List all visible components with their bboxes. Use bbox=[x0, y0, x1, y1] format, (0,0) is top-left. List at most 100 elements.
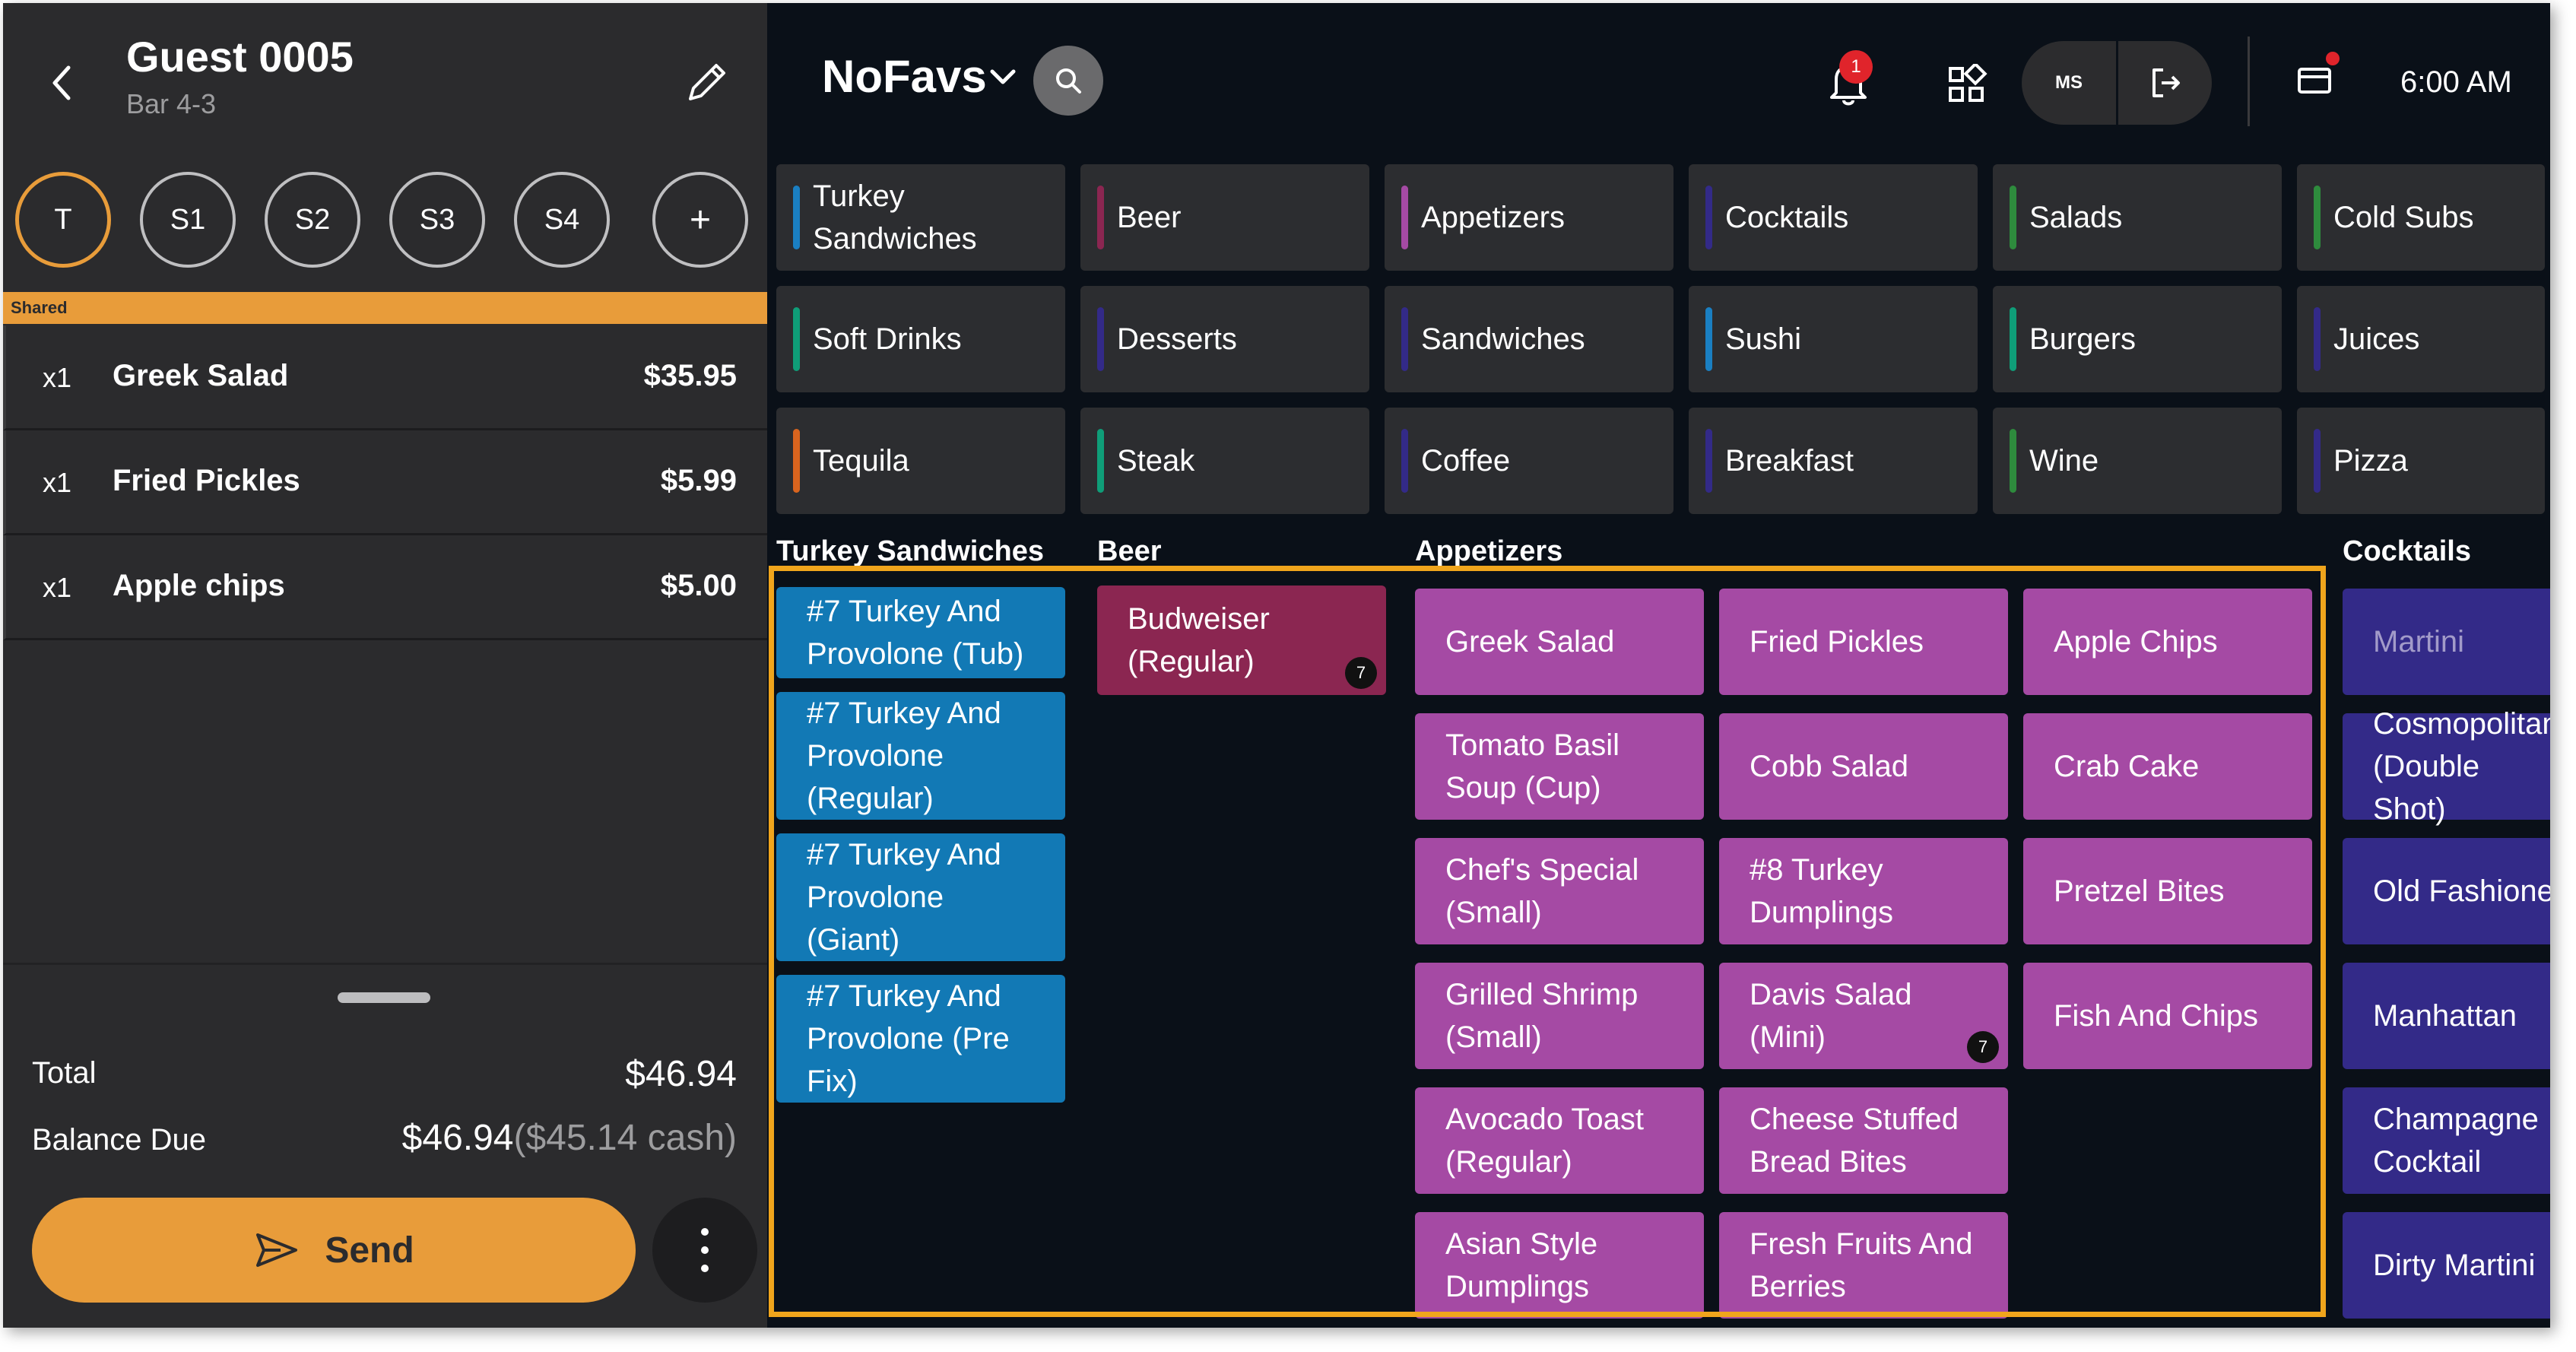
menu-item[interactable]: #7 Turkey And Provolone (Giant) bbox=[776, 833, 1065, 961]
section-title-appetizers: Appetizers bbox=[1415, 535, 1563, 567]
seat-table[interactable]: T bbox=[15, 172, 111, 268]
seat-selector: T S1 S2 S3 S4 + bbox=[15, 172, 768, 275]
user-controls: MS bbox=[2022, 41, 2212, 125]
category-soft-drinks[interactable]: Soft Drinks bbox=[776, 286, 1065, 392]
category-color bbox=[1097, 307, 1104, 371]
menu-item[interactable]: Martini bbox=[2343, 589, 2550, 695]
category-coffee[interactable]: Coffee bbox=[1385, 408, 1673, 514]
category-salads[interactable]: Salads bbox=[1993, 164, 2282, 271]
menu-item[interactable]: Fresh Fruits And Berries bbox=[1719, 1212, 2008, 1319]
menu-item[interactable]: Chef's Special (Small) bbox=[1415, 838, 1704, 944]
menu-item[interactable]: Pretzel Bites bbox=[2023, 838, 2312, 944]
more-vertical-icon bbox=[701, 1228, 709, 1272]
menu-item[interactable]: Grilled Shrimp (Small) bbox=[1415, 963, 1704, 1069]
menu-item[interactable]: Champagne Cocktail bbox=[2343, 1087, 2550, 1194]
category-color bbox=[793, 186, 800, 249]
shared-label: Shared bbox=[3, 292, 767, 324]
back-button[interactable] bbox=[41, 49, 84, 117]
item-price: $35.95 bbox=[643, 359, 737, 392]
item-name: Greek Salad bbox=[113, 359, 289, 392]
category-sandwiches[interactable]: Sandwiches bbox=[1385, 286, 1673, 392]
order-item[interactable]: x1 Fried Pickles $5.99 bbox=[3, 430, 767, 535]
menu-item[interactable]: Crab Cake bbox=[2023, 713, 2312, 820]
category-color bbox=[2314, 307, 2321, 371]
category-juices[interactable]: Juices bbox=[2297, 286, 2545, 392]
seat-s1[interactable]: S1 bbox=[140, 172, 236, 268]
order-panel: Guest 0005 Bar 4-3 T S1 S2 S3 S4 + Share… bbox=[3, 3, 767, 1328]
menu-name[interactable]: NoFavs bbox=[822, 50, 987, 103]
apps-grid-icon[interactable] bbox=[1946, 64, 1988, 106]
menu-item[interactable]: Budweiser (Regular) 7 bbox=[1097, 586, 1386, 695]
category-sushi[interactable]: Sushi bbox=[1689, 286, 1978, 392]
menu-item[interactable]: Cheese Stuffed Bread Bites bbox=[1719, 1087, 2008, 1194]
menu-item[interactable]: Fried Pickles bbox=[1719, 589, 2008, 695]
menu-item[interactable]: #8 Turkey Dumplings bbox=[1719, 838, 2008, 944]
category-burgers[interactable]: Burgers bbox=[1993, 286, 2282, 392]
category-steak[interactable]: Steak bbox=[1080, 408, 1369, 514]
seat-s2[interactable]: S2 bbox=[265, 172, 360, 268]
section-title-beer: Beer bbox=[1097, 535, 1162, 567]
category-color bbox=[2314, 429, 2321, 493]
search-icon bbox=[1056, 68, 1081, 94]
menu-item[interactable]: Greek Salad bbox=[1415, 589, 1704, 695]
order-items-list: x1 Greek Salad $35.95 x1 Fried Pickles $… bbox=[3, 325, 767, 640]
edit-button[interactable] bbox=[672, 49, 741, 117]
order-footer: Total $46.94 Balance Due $46.94($45.14 c… bbox=[3, 963, 767, 1328]
seat-s3[interactable]: S3 bbox=[389, 172, 485, 268]
menu-item[interactable]: #7 Turkey And Provolone (Pre Fix) bbox=[776, 975, 1065, 1103]
category-color bbox=[793, 429, 800, 493]
category-breakfast[interactable]: Breakfast bbox=[1689, 408, 1978, 514]
pos-app: Guest 0005 Bar 4-3 T S1 S2 S3 S4 + Share… bbox=[3, 3, 2550, 1328]
total-value: $46.94 bbox=[625, 1054, 737, 1094]
category-color bbox=[1401, 186, 1408, 249]
balance-cash: ($45.14 cash) bbox=[513, 1118, 737, 1158]
category-cocktails[interactable]: Cocktails bbox=[1689, 164, 1978, 271]
category-color bbox=[1097, 186, 1104, 249]
category-appetizers[interactable]: Appetizers bbox=[1385, 164, 1673, 271]
item-qty: x1 bbox=[43, 572, 72, 603]
add-seat-button[interactable]: + bbox=[652, 172, 748, 268]
menu-item[interactable]: Dirty Martini bbox=[2343, 1212, 2550, 1319]
menu-item[interactable]: Avocado Toast (Regular) bbox=[1415, 1087, 1704, 1194]
search-button[interactable] bbox=[1033, 46, 1103, 116]
order-item[interactable]: x1 Greek Salad $35.95 bbox=[3, 325, 767, 430]
menu-item[interactable]: #7 Turkey And Provolone (Regular) bbox=[776, 692, 1065, 820]
logout-button[interactable] bbox=[2118, 41, 2212, 125]
category-turkey-sandwiches[interactable]: Turkey Sandwiches bbox=[776, 164, 1065, 271]
logout-icon bbox=[2152, 68, 2180, 97]
notification-badge: 1 bbox=[1839, 50, 1873, 84]
menu-item[interactable]: Davis Salad (Mini) 7 bbox=[1719, 963, 2008, 1069]
category-desserts[interactable]: Desserts bbox=[1080, 286, 1369, 392]
category-color bbox=[1705, 307, 1712, 371]
menu-item[interactable]: Asian Style Dumplings bbox=[1415, 1212, 1704, 1319]
category-beer[interactable]: Beer bbox=[1080, 164, 1369, 271]
menu-item[interactable]: Manhattan bbox=[2343, 963, 2550, 1069]
order-item[interactable]: x1 Apple chips $5.00 bbox=[3, 535, 767, 640]
category-cold-subs[interactable]: Cold Subs bbox=[2297, 164, 2545, 271]
send-button[interactable]: Send bbox=[32, 1198, 636, 1303]
category-color bbox=[1705, 429, 1712, 493]
category-color bbox=[1401, 429, 1408, 493]
category-pizza[interactable]: Pizza bbox=[2297, 408, 2545, 514]
more-options-button[interactable] bbox=[652, 1198, 757, 1303]
category-wine[interactable]: Wine bbox=[1993, 408, 2282, 514]
menu-item[interactable]: Tomato Basil Soup (Cup) bbox=[1415, 713, 1704, 820]
menu-item[interactable]: Cobb Salad bbox=[1719, 713, 2008, 820]
item-price: $5.99 bbox=[660, 464, 737, 497]
credit-card-icon[interactable] bbox=[2297, 67, 2332, 94]
seat-s4[interactable]: S4 bbox=[514, 172, 610, 268]
category-tequila[interactable]: Tequila bbox=[776, 408, 1065, 514]
menu-item[interactable]: #7 Turkey And Provolone (Tub) bbox=[776, 587, 1065, 678]
chevron-down-icon[interactable] bbox=[986, 64, 1020, 90]
menu-item[interactable]: Fish And Chips bbox=[2023, 963, 2312, 1069]
menu-item[interactable]: Apple Chips bbox=[2023, 589, 2312, 695]
menu-item[interactable]: Cosmopolitan (Double Shot) bbox=[2343, 707, 2550, 826]
section-title-cocktails: Cocktails bbox=[2343, 535, 2471, 567]
menu-item[interactable]: Old Fashioned bbox=[2343, 838, 2550, 944]
category-color bbox=[793, 307, 800, 371]
plus-icon: + bbox=[689, 199, 712, 240]
user-avatar-button[interactable]: MS bbox=[2022, 41, 2116, 125]
drag-handle[interactable] bbox=[338, 992, 430, 1003]
item-name: Apple chips bbox=[113, 569, 285, 602]
guest-title: Guest 0005 bbox=[126, 33, 354, 81]
